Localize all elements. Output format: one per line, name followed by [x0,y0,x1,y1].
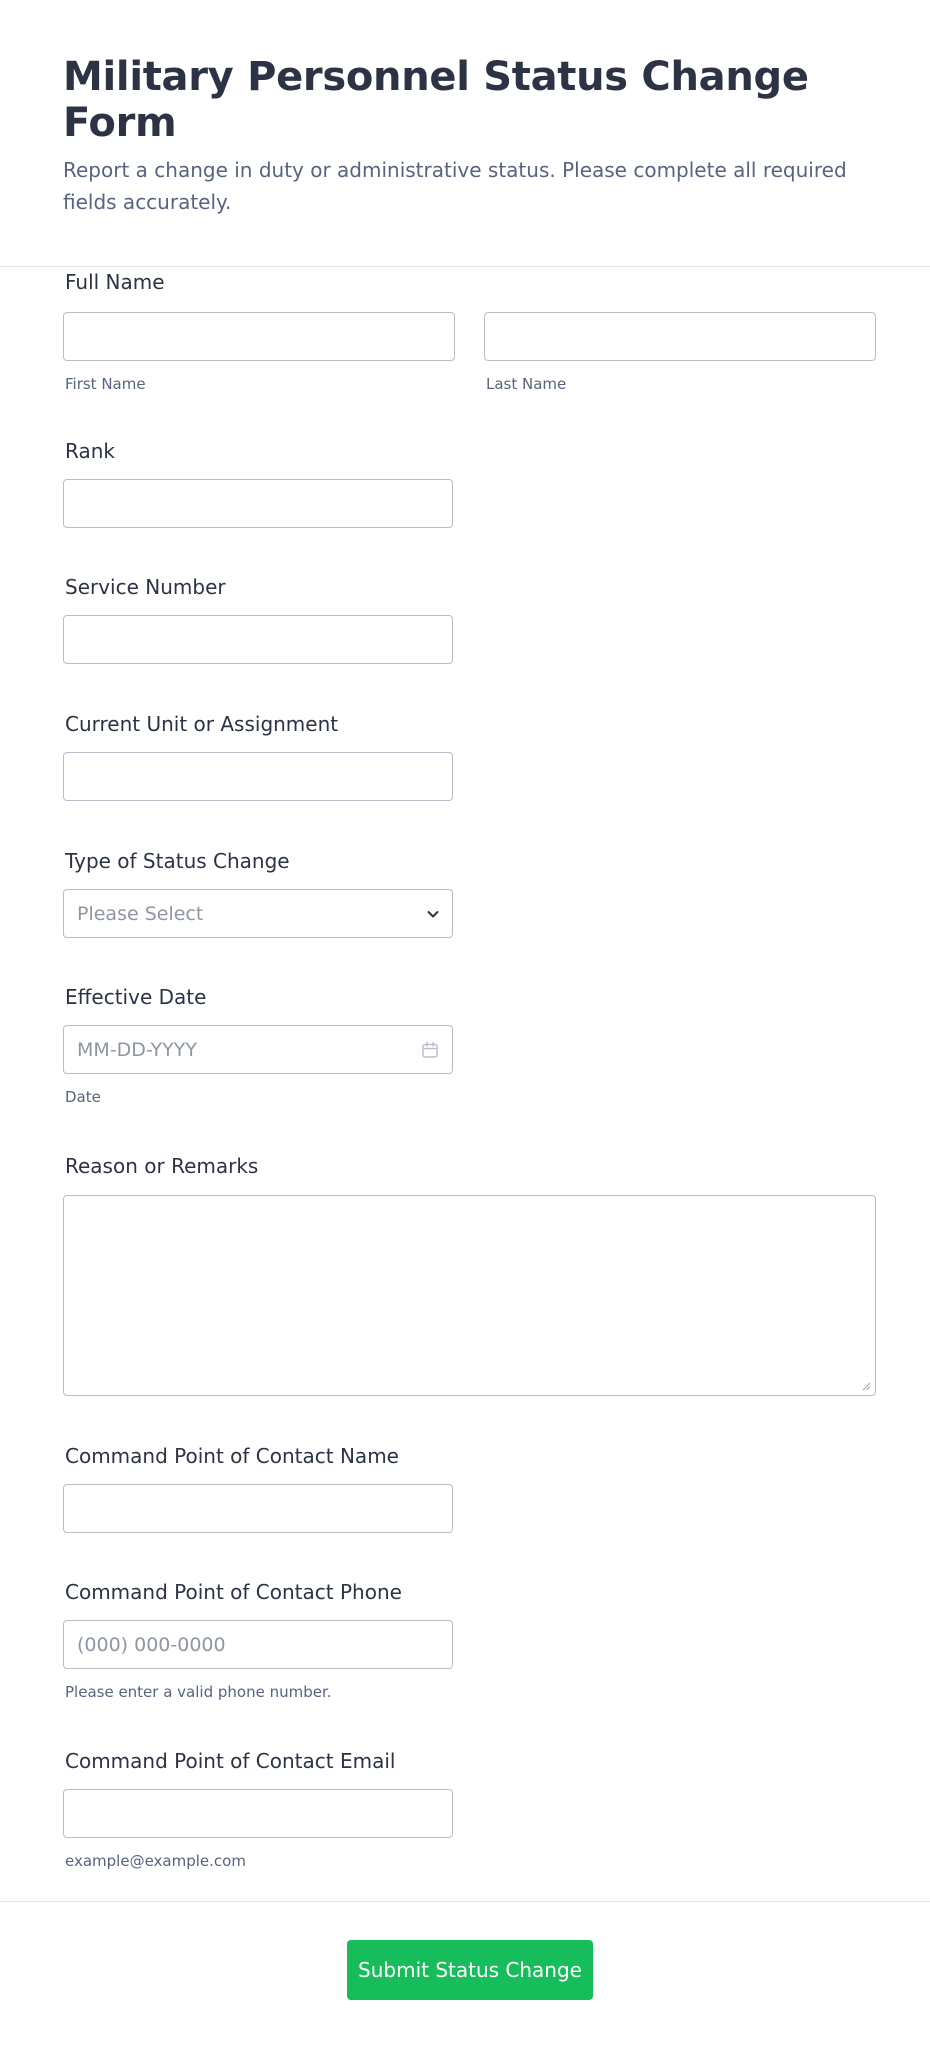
poc-phone-input[interactable]: (000) 000-0000 [63,1620,453,1669]
rank-label: Rank [65,439,115,463]
last-name-sublabel: Last Name [486,375,567,393]
status-type-label: Type of Status Change [65,849,290,873]
poc-phone-sublabel: Please enter a valid phone number. [65,1683,332,1701]
service-number-input[interactable] [63,615,453,664]
form-header: Military Personnel Status Change Form Re… [0,0,930,267]
rank-input[interactable] [63,479,453,528]
page-subtitle: Report a change in duty or administrativ… [63,158,847,214]
effective-date-input[interactable]: MM-DD-YYYY [63,1025,453,1074]
poc-name-input[interactable] [63,1484,453,1533]
remarks-textarea[interactable] [63,1195,876,1396]
status-type-selected: Please Select [77,902,204,925]
remarks-group: Reason or Remarks [63,1154,876,1396]
full-name-label: Full Name [65,270,165,294]
unit-label: Current Unit or Assignment [65,712,339,736]
poc-name-group: Command Point of Contact Name [63,1444,453,1533]
footer-divider [0,1901,930,1902]
unit-input[interactable] [63,752,453,801]
poc-email-sublabel: example@example.com [65,1852,246,1870]
poc-email-input[interactable] [63,1789,453,1838]
poc-email-label: Command Point of Contact Email [65,1749,396,1773]
poc-phone-placeholder: (000) 000-0000 [77,1633,226,1656]
unit-group: Current Unit or Assignment [63,712,453,801]
first-name-input[interactable] [63,312,455,361]
calendar-icon[interactable] [421,1041,439,1059]
first-name-group: First Name [63,312,455,393]
effective-date-placeholder: MM-DD-YYYY [77,1038,197,1061]
service-number-label: Service Number [65,575,226,599]
rank-group: Rank [63,439,453,528]
poc-phone-group: Command Point of Contact Phone (000) 000… [63,1580,453,1701]
full-name-label-wrap: Full Name [63,270,165,294]
status-type-select[interactable]: Please Select [63,889,453,938]
page-title: Military Personnel Status Change Form [63,54,809,146]
last-name-input[interactable] [484,312,876,361]
poc-email-group: Command Point of Contact Email example@e… [63,1749,453,1870]
poc-phone-label: Command Point of Contact Phone [65,1580,402,1604]
submit-button[interactable]: Submit Status Change [347,1940,593,2000]
effective-date-sublabel: Date [65,1088,101,1106]
effective-date-label: Effective Date [65,985,207,1009]
last-name-group: Last Name [484,312,876,393]
resize-grip-icon[interactable] [862,1382,871,1391]
chevron-down-icon [427,910,439,917]
remarks-label: Reason or Remarks [65,1154,259,1178]
status-type-group: Type of Status Change Please Select [63,849,453,938]
service-number-group: Service Number [63,575,453,664]
first-name-sublabel: First Name [65,375,146,393]
poc-name-label: Command Point of Contact Name [65,1444,399,1468]
effective-date-group: Effective Date MM-DD-YYYY Date [63,985,453,1106]
